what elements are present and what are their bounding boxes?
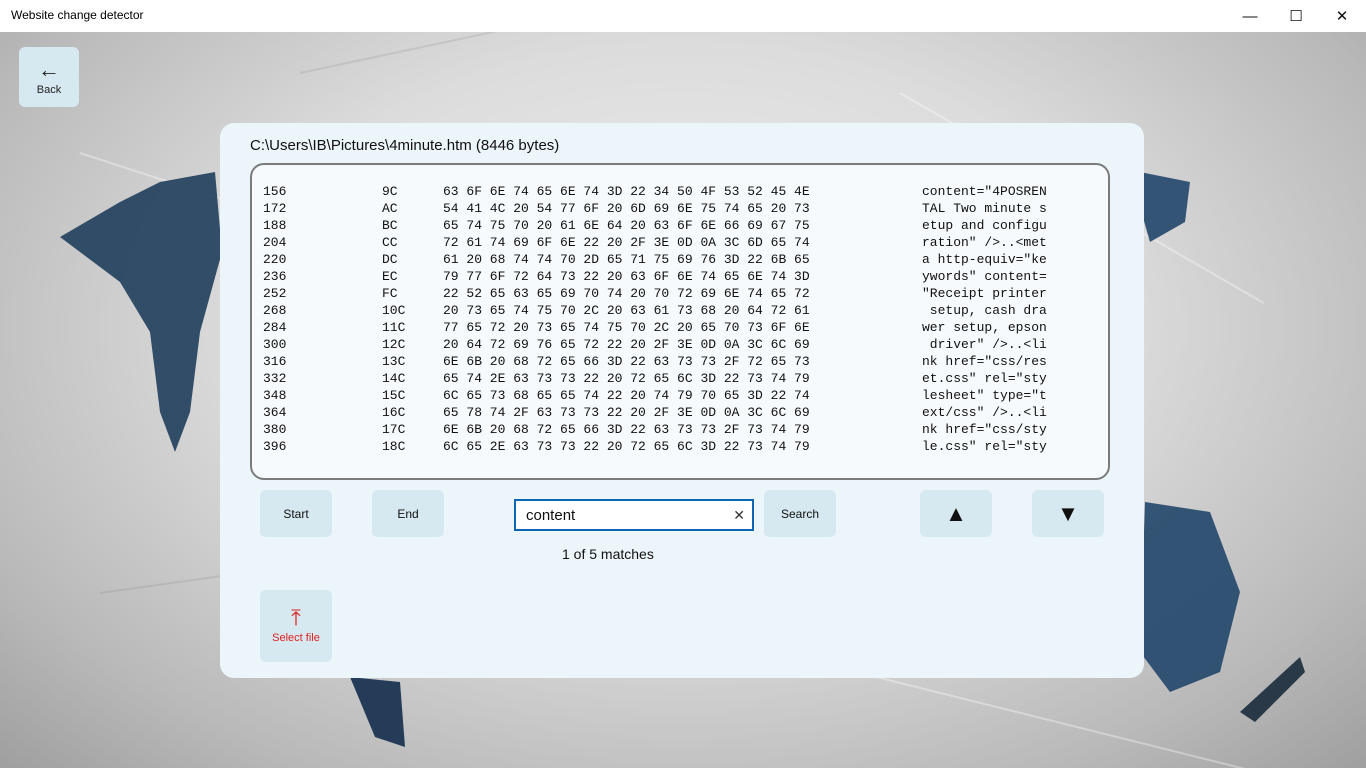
back-label: Back (36, 83, 62, 96)
maximize-icon: ☐ (1289, 8, 1303, 25)
select-file-label: Select file (272, 632, 320, 644)
hex-offset-hex: 17C (382, 422, 406, 437)
hex-offset-decimal: 396 (263, 439, 287, 454)
hex-offset-hex: 15C (382, 388, 406, 403)
hex-bytes: 65 74 2E 63 73 73 22 20 72 65 6C 3D 22 7… (443, 371, 810, 386)
hex-bytes: 65 74 75 70 20 61 6E 64 20 63 6F 6E 66 6… (443, 218, 810, 233)
hex-offset-decimal: 316 (263, 354, 287, 369)
hex-offset-hex: 10C (382, 303, 406, 318)
search-input[interactable] (526, 504, 726, 526)
hex-ascii: wer setup, epson (922, 320, 1047, 335)
end-button[interactable]: End (372, 490, 444, 537)
hex-ascii: "Receipt printer (922, 286, 1047, 301)
hex-ascii: etup and configu (922, 218, 1047, 233)
hex-offset-hex: FC (382, 286, 398, 301)
hex-offset-decimal: 364 (263, 405, 287, 420)
select-file-button[interactable]: ⤒ Select file (260, 590, 332, 662)
match-count: 1 of 5 matches (562, 546, 654, 562)
hex-ascii: a http-equiv="ke (922, 252, 1047, 267)
hex-offset-hex: 18C (382, 439, 406, 454)
hex-viewer-panel: C:\Users\IB\Pictures\4minute.htm (8446 b… (220, 123, 1144, 678)
hex-offset-decimal: 172 (263, 201, 287, 216)
title-bar: Website change detector — ☐ ✕ (0, 0, 1366, 32)
close-button[interactable]: ✕ (1319, 0, 1365, 32)
triangle-down-icon: ▼ (1057, 500, 1079, 526)
hex-bytes: 72 61 74 69 6F 6E 22 20 2F 3E 0D 0A 3C 6… (443, 235, 810, 250)
hex-ascii: le.css" rel="sty (922, 439, 1047, 454)
hex-offset-hex: DC (382, 252, 398, 267)
hex-offset-decimal: 204 (263, 235, 287, 250)
hex-ascii: setup, cash dra (922, 303, 1047, 318)
hex-offset-decimal: 220 (263, 252, 287, 267)
minimize-icon: — (1242, 7, 1258, 25)
hex-offset-decimal: 300 (263, 337, 287, 352)
hex-ascii: ration" />..<met (922, 235, 1047, 250)
hex-offset-hex: AC (382, 201, 398, 216)
hex-offset-decimal: 252 (263, 286, 287, 301)
hex-ascii: driver" />..<li (922, 337, 1047, 352)
hex-offset-hex: 11C (382, 320, 406, 335)
hex-ascii: ext/css" />..<li (922, 405, 1047, 420)
maximize-button[interactable]: ☐ (1273, 0, 1319, 32)
close-icon: ✕ (1335, 8, 1349, 25)
hex-bytes: 65 78 74 2F 63 73 73 22 20 2F 3E 0D 0A 3… (443, 405, 810, 420)
upload-icon: ⤒ (291, 605, 301, 630)
hex-bytes: 77 65 72 20 73 65 74 75 70 2C 20 65 70 7… (443, 320, 810, 335)
hex-offset-hex: 9C (382, 184, 398, 199)
hex-offset-hex: 12C (382, 337, 406, 352)
hex-ascii: ywords" content= (922, 269, 1047, 284)
hex-offset-hex: 14C (382, 371, 406, 386)
hex-bytes: 20 73 65 74 75 70 2C 20 63 61 73 68 20 6… (443, 303, 810, 318)
hex-ascii: TAL Two minute s (922, 201, 1047, 216)
hex-offset-hex: 13C (382, 354, 406, 369)
arrow-left-icon: ← (38, 56, 60, 82)
start-button[interactable]: Start (260, 490, 332, 537)
hex-offset-decimal: 284 (263, 320, 287, 335)
hex-ascii: content="4POSREN (922, 184, 1047, 199)
minimize-button[interactable]: — (1227, 0, 1273, 32)
hex-ascii: lesheet" type="t (922, 388, 1047, 403)
hex-offset-decimal: 268 (263, 303, 287, 318)
search-button[interactable]: Search (764, 490, 836, 537)
hex-ascii: nk href="css/res (922, 354, 1047, 369)
clear-icon[interactable]: ✕ (733, 507, 745, 524)
hex-offset-decimal: 236 (263, 269, 287, 284)
hex-offset-decimal: 188 (263, 218, 287, 233)
window-title: Website change detector (11, 8, 144, 22)
hex-ascii: et.css" rel="sty (922, 371, 1047, 386)
hex-bytes: 54 41 4C 20 54 77 6F 20 6D 69 6E 75 74 6… (443, 201, 810, 216)
hex-bytes: 20 64 72 69 76 65 72 22 20 2F 3E 0D 0A 3… (443, 337, 810, 352)
hex-bytes: 61 20 68 74 74 70 2D 65 71 75 69 76 3D 2… (443, 252, 810, 267)
file-path-label: C:\Users\IB\Pictures\4minute.htm (8446 b… (250, 137, 560, 154)
hex-bytes: 6E 6B 20 68 72 65 66 3D 22 63 73 73 2F 7… (443, 354, 810, 369)
hex-bytes: 22 52 65 63 65 69 70 74 20 70 72 69 6E 7… (443, 286, 810, 301)
hex-bytes: 6C 65 73 68 65 65 74 22 20 74 79 70 65 3… (443, 388, 810, 403)
hex-bytes: 6E 6B 20 68 72 65 66 3D 22 63 73 73 2F 7… (443, 422, 810, 437)
hex-bytes: 6C 65 2E 63 73 73 22 20 72 65 6C 3D 22 7… (443, 439, 810, 454)
hex-bytes: 63 6F 6E 74 65 6E 74 3D 22 34 50 4F 53 5… (443, 184, 810, 199)
hex-offset-decimal: 380 (263, 422, 287, 437)
hex-offset-decimal: 332 (263, 371, 287, 386)
triangle-up-icon: ▲ (945, 500, 967, 526)
next-match-button[interactable]: ▼ (1032, 490, 1104, 537)
hex-bytes: 79 77 6F 72 64 73 22 20 63 6F 6E 74 65 6… (443, 269, 810, 284)
search-box: ✕ (514, 499, 754, 531)
hex-offset-decimal: 156 (263, 184, 287, 199)
hex-offset-hex: BC (382, 218, 398, 233)
hex-offset-hex: 16C (382, 405, 406, 420)
previous-match-button[interactable]: ▲ (920, 490, 992, 537)
hex-ascii: nk href="css/sty (922, 422, 1047, 437)
hex-dump-view[interactable]: 156 9C 63 6F 6E 74 65 6E 74 3D 22 34 50 4F… (250, 163, 1110, 480)
hex-offset-hex: EC (382, 269, 398, 284)
hex-offset-hex: CC (382, 235, 398, 250)
hex-offset-decimal: 348 (263, 388, 287, 403)
back-button[interactable]: ← Back (19, 47, 79, 107)
